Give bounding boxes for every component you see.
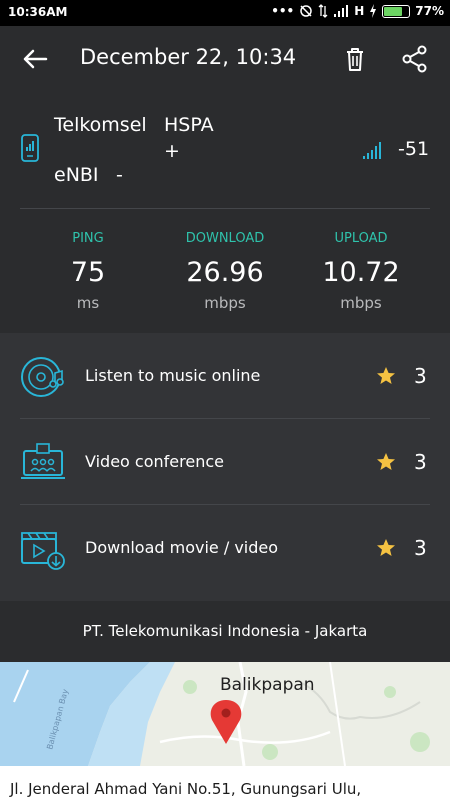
activity-row-video-conference[interactable]: Video conference 3 [0, 419, 450, 505]
signal-strength-icon [334, 5, 349, 17]
status-icons: ••• H 77% [271, 4, 444, 18]
download-unit: mbps [204, 294, 246, 312]
download-video-icon [21, 532, 65, 570]
activity-rating: 3 [414, 364, 427, 388]
activity-label: Listen to music online [85, 366, 261, 385]
network-plus: + [164, 140, 180, 162]
activity-row-download-video[interactable]: Download movie / video 3 [0, 505, 450, 591]
upload-value: 10.72 [322, 257, 400, 288]
signal-strength-value: -51 [398, 138, 430, 160]
share-icon[interactable] [400, 44, 430, 74]
activity-row-music[interactable]: Listen to music online 3 [0, 333, 450, 419]
battery-percent: 77% [415, 4, 444, 18]
app-bar: December 22, 10:34 [0, 26, 450, 92]
address-bar: Jl. Jenderal Ahmad Yani No.51, Gunungsar… [0, 766, 450, 800]
address-text: Jl. Jenderal Ahmad Yani No.51, Gunungsar… [10, 780, 362, 798]
battery-fill [384, 6, 403, 16]
back-arrow-icon[interactable] [20, 44, 50, 74]
network-type: HSPA [164, 114, 214, 136]
isp-name: PT. Telekomunikasi Indonesia - Jakarta [82, 622, 368, 640]
battery-icon [382, 4, 411, 18]
page-title: December 22, 10:34 [80, 45, 297, 69]
alarm-off-icon [300, 5, 312, 17]
upload-unit: mbps [340, 294, 382, 312]
data-transfer-icon [318, 4, 328, 18]
network-type-label: H [354, 4, 365, 18]
ping-label: PING [72, 231, 104, 246]
more-notifications-icon: ••• [271, 4, 295, 18]
star-icon [377, 367, 395, 384]
activity-label: Video conference [85, 452, 224, 471]
activity-rating: 3 [414, 536, 427, 560]
activity-ratings: Listen to music online 3 Video conferenc… [0, 333, 450, 601]
music-disc-icon [21, 357, 64, 397]
cell-id-value: - [116, 164, 123, 186]
status-bar: 10:36AM ••• H 77% [0, 0, 450, 26]
ping-unit: ms [76, 294, 100, 312]
charging-icon [370, 4, 377, 18]
activity-rating: 3 [414, 450, 427, 474]
cell-id-label: eNBI [54, 164, 99, 186]
carrier-name: Telkomsel [54, 114, 147, 136]
isp-banner: PT. Telekomunikasi Indonesia - Jakarta [0, 601, 450, 662]
ping-value: 75 [70, 257, 106, 288]
video-conference-icon [21, 443, 65, 479]
phone-signal-icon [21, 134, 39, 162]
network-info: Telkomsel HSPA + eNBI - -51 [0, 92, 450, 208]
map-city-label: Balikpapan [220, 675, 315, 695]
delete-icon[interactable] [340, 44, 370, 74]
activity-label: Download movie / video [85, 538, 279, 557]
download-label: DOWNLOAD [185, 231, 265, 246]
star-icon [377, 453, 395, 470]
star-icon [377, 539, 395, 556]
signal-bars-icon [363, 142, 381, 159]
location-map[interactable]: Balikpapan Bay Balikpapan [0, 662, 450, 766]
map-view: Balikpapan Bay Balikpapan [0, 662, 450, 766]
download-value: 26.96 [186, 257, 264, 288]
upload-label: UPLOAD [334, 231, 388, 246]
speed-metrics: PING 75 ms DOWNLOAD 26.96 mbps UPLOAD 10… [0, 209, 450, 333]
status-time: 10:36AM [8, 5, 68, 19]
